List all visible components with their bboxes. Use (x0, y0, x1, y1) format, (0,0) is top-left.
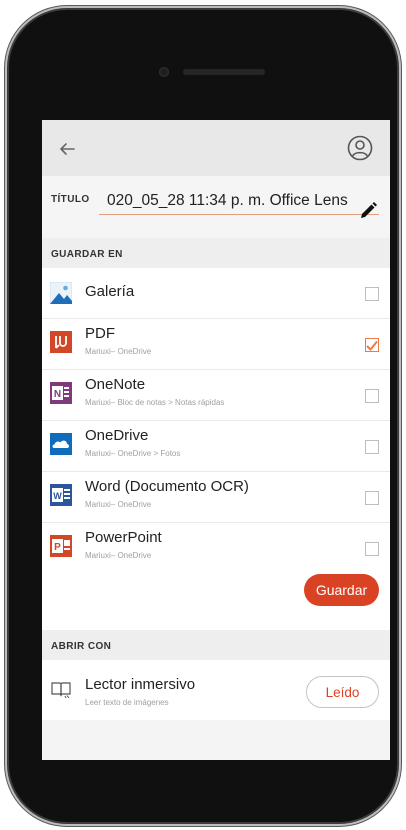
option-title: OneNote (85, 376, 146, 393)
immersive-reader-icon (51, 682, 71, 699)
option-subtitle: Mariuxi– OneDrive (85, 500, 152, 509)
reader-subtitle: Leer texto de imágenes (85, 698, 169, 707)
app-screen: TÍTULO 020_05_28 11:34 p. m. Office Lens… (42, 120, 390, 760)
pencil-icon[interactable] (357, 200, 379, 222)
word-icon: W (50, 484, 72, 506)
onedrive-icon (50, 433, 72, 455)
title-input[interactable]: 020_05_28 11:34 p. m. Office Lens (99, 189, 379, 215)
reader-title: Lector inmersivo (85, 676, 196, 693)
open-with-header-label: ABRIR CON (51, 641, 112, 652)
open-with-section-header: ABRIR CON (42, 630, 390, 660)
account-icon[interactable] (346, 134, 374, 162)
save-option-word[interactable]: W Word (Documento OCR) Mariuxi– OneDrive (42, 472, 390, 523)
onenote-icon: N (50, 382, 72, 404)
save-option-onenote[interactable]: N OneNote Mariuxi– Bloc de notas > Notas… (42, 370, 390, 421)
powerpoint-checkbox[interactable] (365, 542, 379, 556)
option-title: Word (Documento OCR) (85, 478, 249, 495)
option-subtitle: Mariuxi– Bloc de notas > Notas rápidas (85, 398, 225, 407)
save-to-header-label: GUARDAR EN (51, 249, 123, 260)
option-subtitle: Mariuxi– OneDrive (85, 551, 152, 560)
earpiece-speaker (183, 69, 265, 75)
top-app-bar (42, 120, 390, 176)
read-button[interactable]: Leído (306, 676, 379, 708)
front-camera (159, 67, 169, 77)
bottom-area (42, 720, 390, 760)
powerpoint-icon: P (50, 535, 72, 557)
pdf-icon (50, 331, 72, 353)
title-label: TÍTULO (51, 194, 90, 205)
option-subtitle: Mariuxi– OneDrive (85, 347, 152, 356)
gallery-checkbox[interactable] (365, 287, 379, 301)
option-title: Galería (85, 283, 135, 300)
save-option-powerpoint[interactable]: P PowerPoint Mariuxi– OneDrive (42, 523, 390, 574)
option-title: OneDrive (85, 427, 149, 444)
checkmark-icon (366, 340, 378, 351)
pdf-checkbox[interactable] (365, 338, 379, 352)
svg-text:N: N (54, 389, 61, 400)
onedrive-checkbox[interactable] (365, 440, 379, 454)
save-option-onedrive[interactable]: OneDrive Mariuxi– OneDrive > Fotos (42, 421, 390, 472)
option-title: PowerPoint (85, 529, 162, 546)
phone-frame: TÍTULO 020_05_28 11:34 p. m. Office Lens… (9, 10, 397, 822)
svg-text:P: P (54, 542, 61, 553)
save-option-gallery[interactable]: Galería (42, 268, 390, 319)
gallery-icon (50, 282, 72, 304)
onenote-checkbox[interactable] (365, 389, 379, 403)
save-to-section-header: GUARDAR EN (42, 238, 390, 268)
option-title: PDF (85, 325, 115, 342)
svg-text:W: W (53, 491, 62, 501)
save-button[interactable]: Guardar (304, 574, 379, 606)
back-arrow-icon[interactable] (56, 138, 78, 160)
word-checkbox[interactable] (365, 491, 379, 505)
option-subtitle: Mariuxi– OneDrive > Fotos (85, 449, 181, 458)
save-option-pdf[interactable]: PDF Mariuxi– OneDrive (42, 319, 390, 370)
